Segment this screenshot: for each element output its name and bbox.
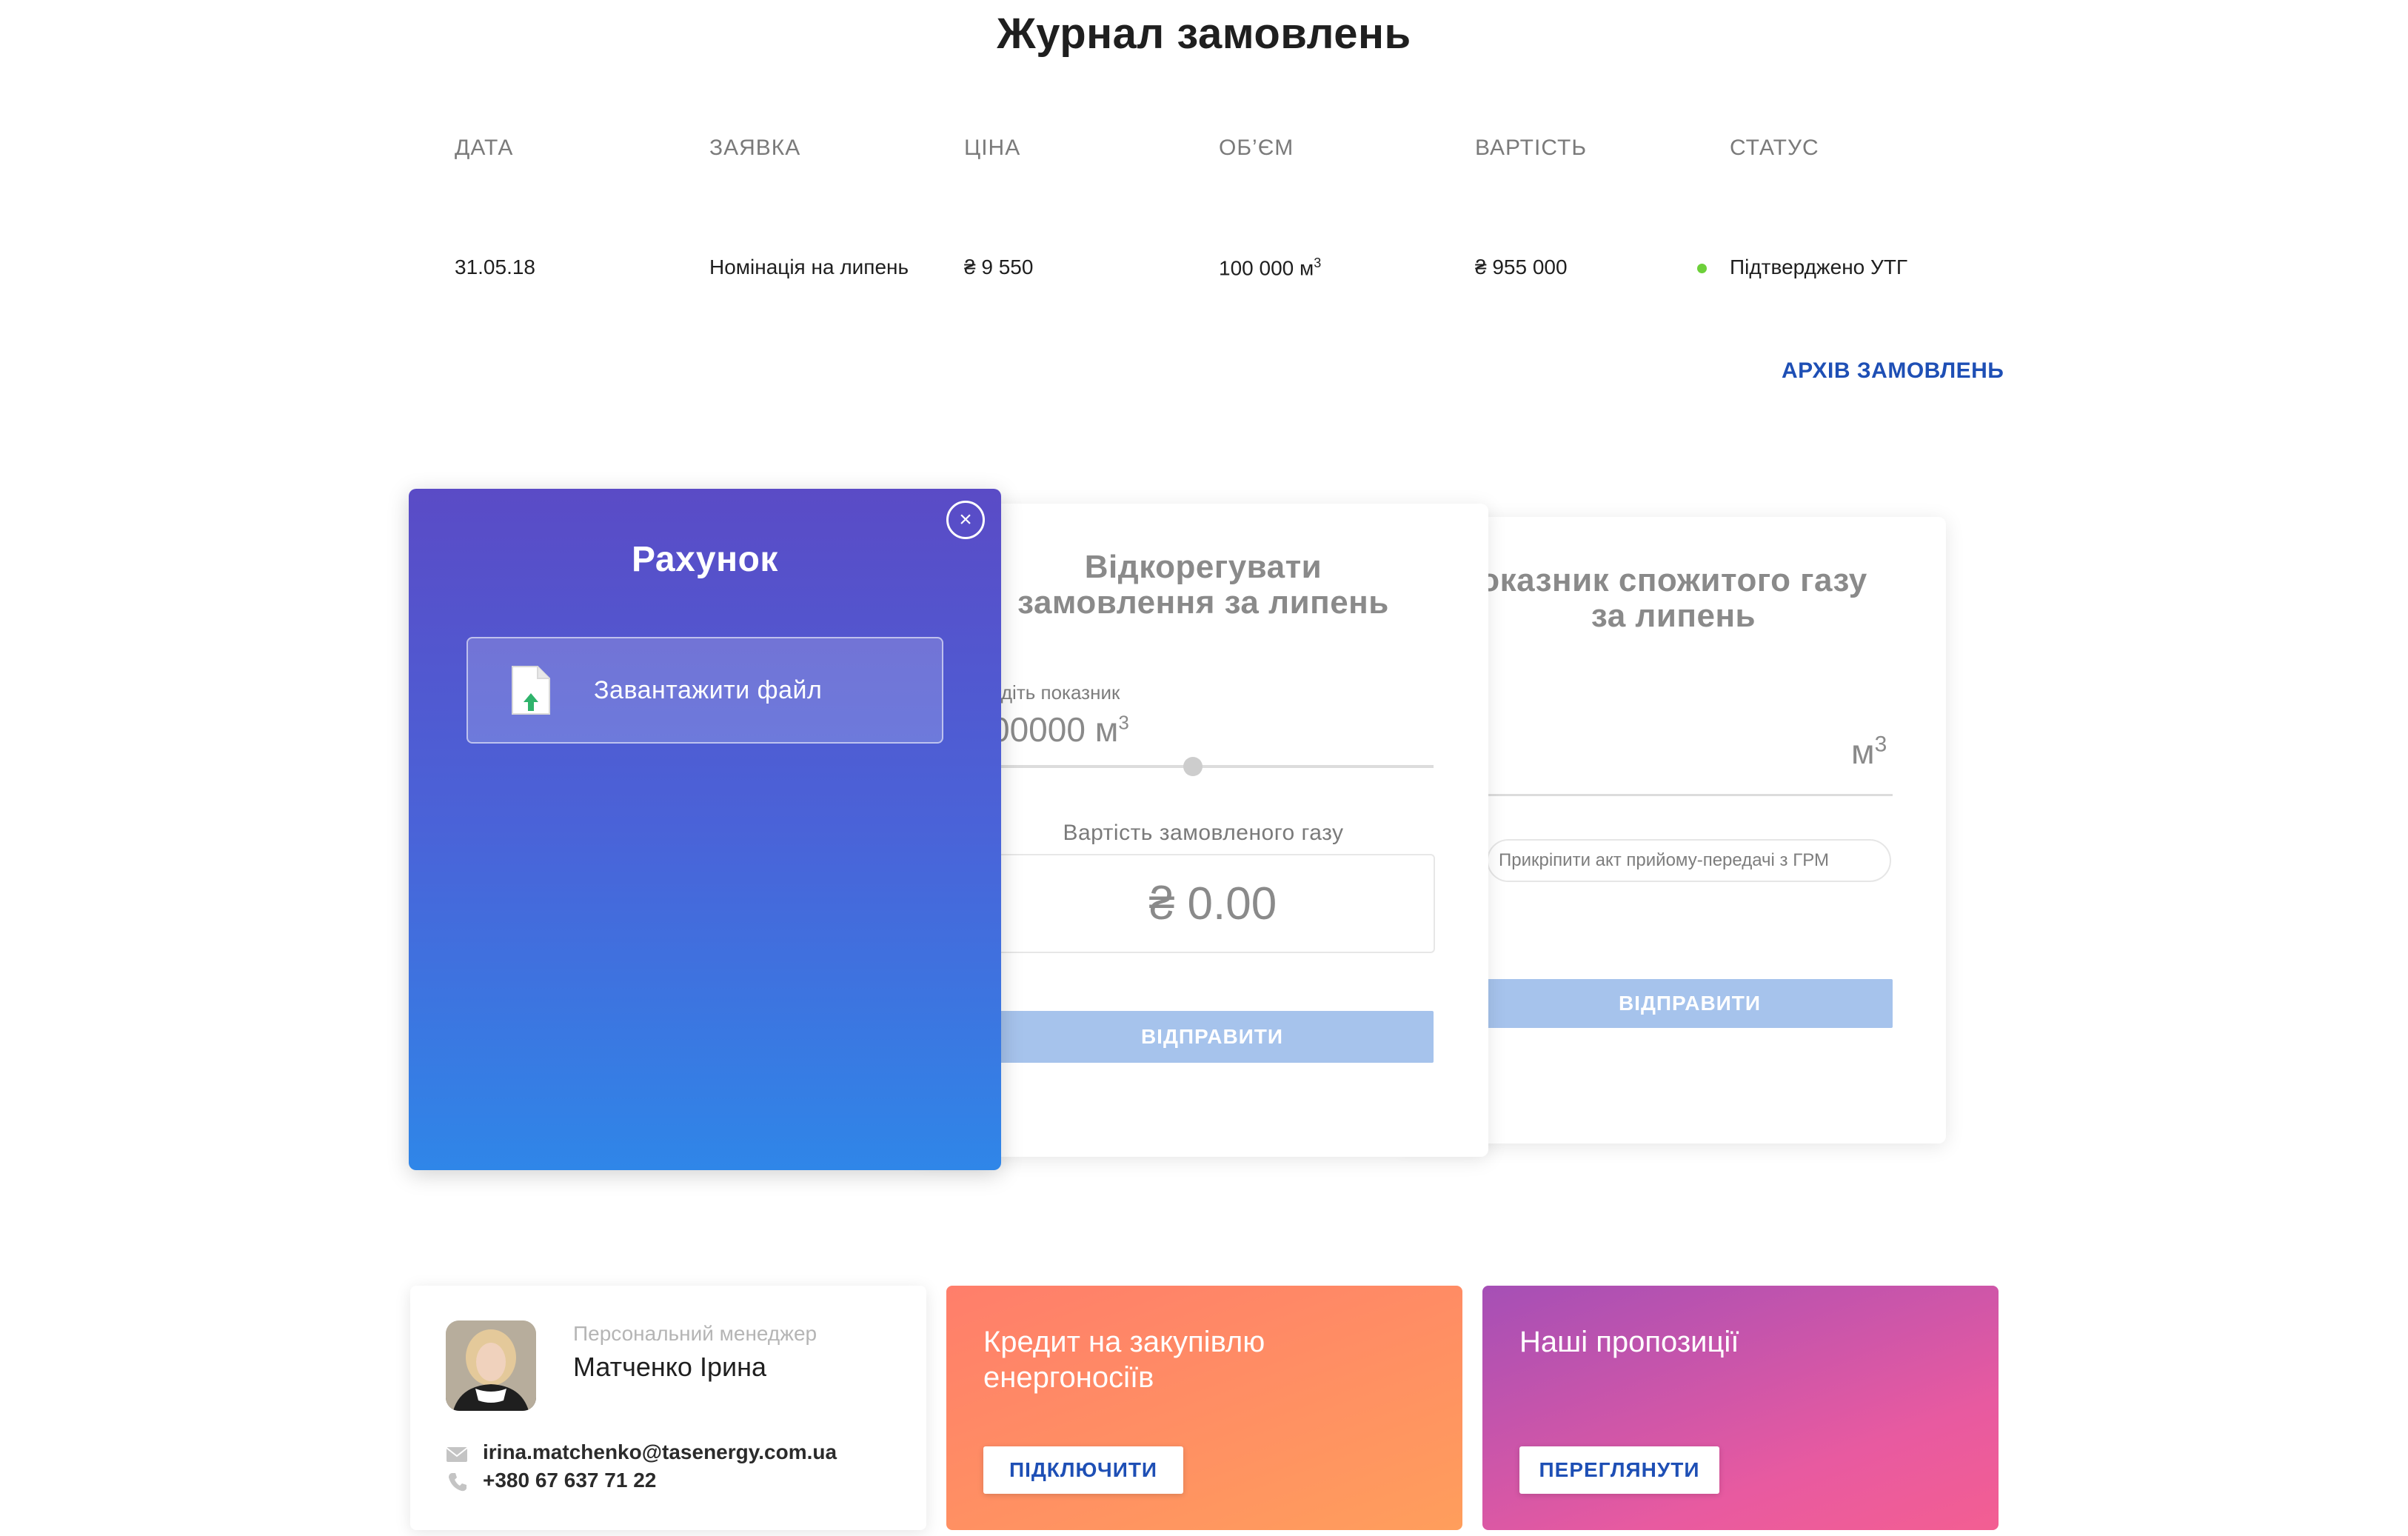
volume-slider-track[interactable] xyxy=(991,765,1434,768)
meter-send-button[interactable]: ВІДПРАВИТИ xyxy=(1487,979,1893,1028)
ordered-gas-cost-value: ₴ 0.00 xyxy=(991,854,1435,953)
manager-role-label: Персональний менеджер xyxy=(573,1322,817,1345)
invoice-panel xyxy=(409,489,1001,1170)
meter-unit-label: м3 xyxy=(1851,732,1887,771)
invoice-panel-title: Рахунок xyxy=(632,540,778,579)
cell-price: ₴ 9 550 xyxy=(964,256,1034,278)
upload-file-label: Завантажити файл xyxy=(594,675,823,704)
connect-credit-button[interactable]: ПІДКЛЮЧИТИ xyxy=(983,1446,1183,1494)
volume-field-label: едіть показник xyxy=(991,681,1120,704)
cell-volume: 100 000 м3 xyxy=(1219,256,1322,280)
cell-cost: ₴ 955 000 xyxy=(1475,256,1568,278)
upload-file-button[interactable]: Завантажити файл xyxy=(466,637,943,744)
offers-card-title: Наші пропозиції xyxy=(1519,1326,1739,1358)
column-header-cost: ВАРТІСТЬ xyxy=(1475,136,1588,160)
page-title: Журнал замовлень xyxy=(997,10,1411,58)
manager-phone[interactable]: +380 67 637 71 22 xyxy=(483,1469,656,1492)
cell-request: Номінація на липень xyxy=(709,256,909,278)
adjust-send-button[interactable]: ВІДПРАВИТИ xyxy=(991,1011,1434,1063)
manager-name: Матченко Ірина xyxy=(573,1352,766,1382)
adjust-card-title: Відкорегувати замовлення за липень xyxy=(1017,549,1389,621)
volume-field-value[interactable]: 00000 м3 xyxy=(991,709,1129,749)
mail-icon xyxy=(446,1446,468,1463)
status-indicator-dot xyxy=(1697,264,1707,273)
column-header-volume: ОБ’ЄМ xyxy=(1219,136,1294,160)
file-upload-icon xyxy=(511,665,551,715)
column-header-request: ЗАЯВКА xyxy=(709,136,801,160)
cell-status: Підтверджено УТГ xyxy=(1730,256,1908,278)
cell-date: 31.05.18 xyxy=(455,256,535,278)
manager-email[interactable]: irina.matchenko@tasenergy.com.ua xyxy=(483,1440,837,1464)
orders-archive-link[interactable]: АРХІВ ЗАМОВЛЕНЬ xyxy=(1782,358,2004,384)
avatar xyxy=(446,1320,536,1411)
close-icon[interactable]: × xyxy=(946,501,985,539)
ordered-gas-cost-label: Вартість замовленого газу xyxy=(1063,821,1344,845)
credit-card-title: Кредит на закупівлю енергоносіїв xyxy=(983,1326,1265,1394)
column-header-status: СТАТУС xyxy=(1730,136,1819,160)
attach-act-button[interactable]: Прикріпити акт прийому-передачі з ГРМ xyxy=(1487,839,1891,882)
volume-slider-handle[interactable] xyxy=(1183,757,1203,776)
column-header-date: ДАТА xyxy=(455,136,514,160)
column-header-price: ЦІНА xyxy=(964,136,1021,160)
meter-input-field[interactable] xyxy=(1487,794,1893,796)
view-offers-button[interactable]: ПЕРЕГЛЯНУТИ xyxy=(1519,1446,1719,1494)
phone-icon xyxy=(447,1472,468,1492)
